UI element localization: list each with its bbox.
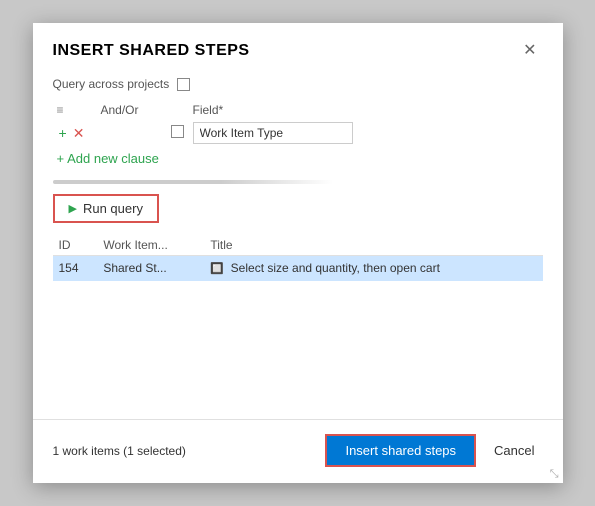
col-title: Title: [204, 235, 542, 256]
dialog-footer: 1 work items (1 selected) Insert shared …: [33, 419, 563, 483]
checkbox-col-header: [167, 101, 189, 119]
run-query-button[interactable]: ▶ Run query: [53, 194, 159, 223]
field-header: Field*: [189, 101, 543, 119]
results-header-row: ID Work Item... Title: [53, 235, 543, 256]
cell-title-text: Select size and quantity, then open cart: [231, 261, 440, 275]
filter-table: ≡ And/Or Field* + ✕: [53, 101, 543, 147]
dialog-body: Query across projects ≡ And/Or Field*: [33, 73, 563, 419]
divider: [53, 180, 333, 184]
query-across-row: Query across projects: [53, 77, 543, 91]
filter-row: + ✕: [53, 119, 543, 147]
query-across-label: Query across projects: [53, 77, 170, 91]
table-row[interactable]: 154 Shared St... 🔲 Select size and quant…: [53, 256, 543, 281]
cell-work-item-type-text: Shared St...: [103, 261, 166, 275]
row-checkbox-cell: [167, 119, 189, 147]
add-clause-button[interactable]: + Add new clause: [57, 151, 159, 166]
delete-row-button[interactable]: ✕: [71, 126, 87, 140]
col-id: ID: [53, 235, 98, 256]
and-or-cell: [97, 119, 167, 147]
results-table: ID Work Item... Title 154 Shared St... 🔲…: [53, 235, 543, 281]
footer-status: 1 work items (1 selected): [53, 444, 186, 458]
cancel-button[interactable]: Cancel: [486, 436, 542, 465]
close-button[interactable]: ✕: [517, 41, 542, 61]
resize-handle[interactable]: ⤡: [550, 468, 559, 481]
work-item-icon: 🔲: [210, 262, 224, 276]
insert-shared-steps-button[interactable]: Insert shared steps: [325, 434, 476, 467]
cell-work-item-type: Shared St...: [97, 256, 204, 281]
row-checkbox[interactable]: [171, 125, 184, 138]
dialog-header: INSERT SHARED STEPS ✕: [33, 23, 563, 73]
add-row-button[interactable]: +: [57, 126, 69, 140]
and-or-header: And/Or: [97, 101, 167, 119]
col-work-item: Work Item...: [97, 235, 204, 256]
cell-id: 154: [53, 256, 98, 281]
footer-actions: Insert shared steps Cancel: [325, 434, 542, 467]
query-across-checkbox[interactable]: [177, 78, 190, 91]
field-cell: [189, 119, 543, 147]
insert-shared-steps-dialog: INSERT SHARED STEPS ✕ Query across proje…: [33, 23, 563, 483]
add-clause-label: Add new clause: [67, 151, 159, 166]
add-clause-row: + Add new clause: [53, 151, 543, 166]
filter-actions-col: ≡: [53, 101, 97, 119]
add-clause-plus: +: [57, 151, 65, 166]
cell-title: 🔲 Select size and quantity, then open ca…: [204, 256, 542, 281]
field-input[interactable]: [193, 122, 353, 144]
play-icon: ▶: [69, 202, 77, 215]
run-query-label: Run query: [83, 201, 143, 216]
filter-row-actions: + ✕: [53, 119, 97, 147]
dialog-title: INSERT SHARED STEPS: [53, 42, 250, 60]
lines-icon: ≡: [57, 103, 64, 117]
